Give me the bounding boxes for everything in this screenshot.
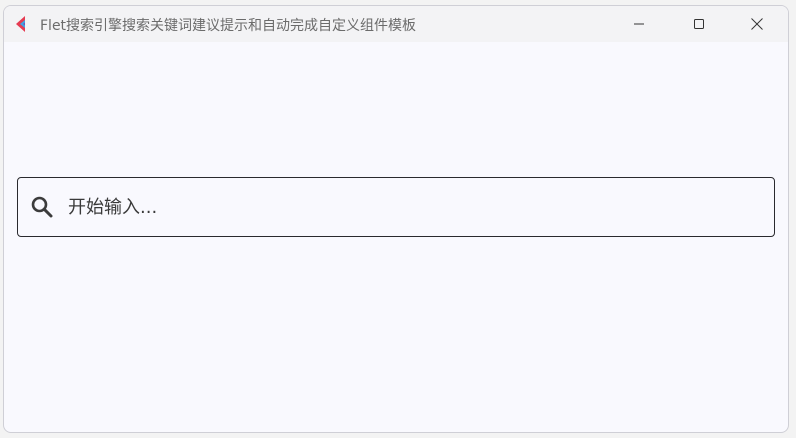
minimize-icon <box>634 23 644 25</box>
app-window: Flet搜索引擎搜索关键词建议提示和自动完成自定义组件模板 <box>3 5 789 433</box>
title-bar[interactable]: Flet搜索引擎搜索关键词建议提示和自动完成自定义组件模板 <box>4 6 788 42</box>
maximize-icon <box>694 19 704 29</box>
search-input[interactable] <box>68 178 758 236</box>
close-button[interactable] <box>734 6 780 42</box>
maximize-button[interactable] <box>676 6 722 42</box>
search-icon <box>31 196 53 218</box>
search-bar[interactable] <box>17 177 775 237</box>
close-icon <box>751 18 763 30</box>
flet-logo-icon <box>16 16 25 32</box>
window-title: Flet搜索引擎搜索关键词建议提示和自动完成自定义组件模板 <box>40 18 417 34</box>
minimize-button[interactable] <box>616 6 662 42</box>
